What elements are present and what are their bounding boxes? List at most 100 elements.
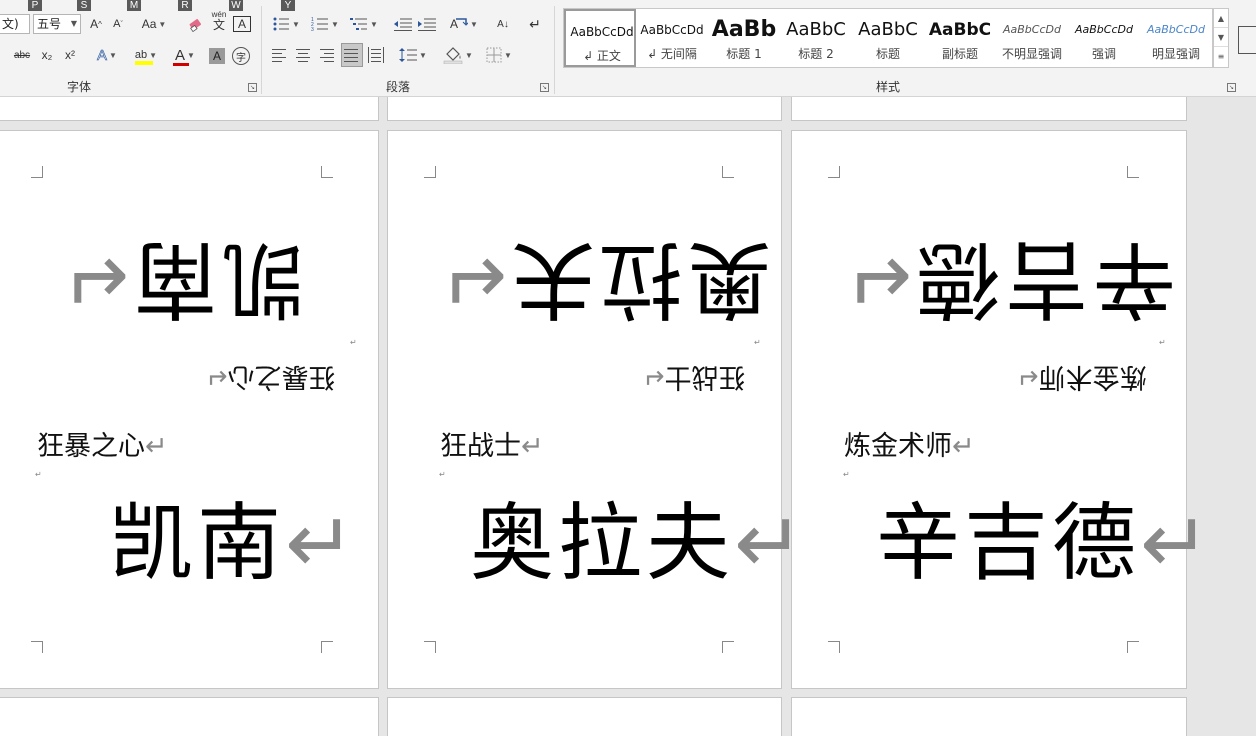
crop-mark [1127, 166, 1139, 178]
font-group-label: 字体 [67, 80, 92, 94]
chevron-down-icon: ▼ [465, 50, 473, 60]
style-subtle-emphasis[interactable]: AaBbCcDd 不明显强调 [996, 9, 1068, 67]
style-name: 副标题 [941, 47, 978, 61]
char-shading-button[interactable]: A [209, 48, 225, 64]
chinese-layout-icon: A [450, 17, 469, 31]
card-name: 奥拉夫↵ [470, 501, 808, 585]
increase-indent-icon [418, 18, 436, 31]
styles-dialog-launcher-icon[interactable]: ↘ [1227, 83, 1236, 92]
style-name: 强调 [1091, 47, 1116, 61]
paragraph-mark-icon: ↵ [1016, 361, 1039, 392]
crop-mark [828, 641, 840, 653]
shrink-font-button[interactable]: Aˇ [108, 13, 128, 35]
style-intense-emphasis[interactable]: AaBbCcDd 明显强调 [1140, 9, 1212, 67]
increase-indent-button[interactable] [416, 13, 438, 35]
change-case-button[interactable]: Aa ▼ [138, 13, 170, 35]
chevron-down-icon: ▼ [331, 19, 339, 29]
shading-button[interactable]: ▼ [440, 44, 476, 66]
font-color-button[interactable]: A ▼ [168, 44, 202, 66]
card-name: 辛吉德↵ [876, 501, 1214, 585]
chevron-down-icon: ▼ [419, 50, 427, 60]
keytip: W [229, 0, 243, 11]
decrease-indent-icon [394, 18, 412, 31]
decrease-indent-button[interactable] [392, 13, 414, 35]
superscript-button[interactable]: x² [60, 44, 80, 66]
paragraph-mark-icon: ↵ [521, 431, 544, 462]
line-spacing-button[interactable]: ▼ [396, 44, 430, 66]
subscript-button[interactable]: x₂ [37, 44, 57, 66]
clear-format-button[interactable] [184, 13, 206, 35]
multilevel-list-button[interactable]: ▼ [348, 13, 380, 35]
card-page-3[interactable]: 辛吉德↵ ↵ 炼金术师↵ 炼金术师↵ ↵ 辛吉德↵ [791, 130, 1210, 689]
justify-button[interactable] [341, 43, 363, 67]
sort-button[interactable]: A↓ [492, 13, 514, 35]
styles-group-label: 样式 [876, 80, 901, 94]
chevron-down-icon: ▼ [470, 19, 478, 29]
chinese-layout-button[interactable]: A ▼ [447, 13, 481, 35]
paragraph-mark-icon: ↵ [642, 361, 665, 392]
card-title: 狂战士↵ [440, 433, 544, 460]
font-size-select[interactable]: 五号 ▼ [33, 14, 81, 34]
paragraph-group-label: 段落 [386, 80, 411, 94]
paragraph-mark-icon: ↵ [433, 230, 508, 328]
chevron-down-icon[interactable]: ▼ [1214, 28, 1228, 47]
paragraph-dialog-launcher-icon[interactable]: ↘ [540, 83, 549, 92]
align-right-button[interactable] [318, 44, 338, 66]
enclose-char-button[interactable]: 字 [232, 47, 250, 65]
style-heading-1[interactable]: AaBb 标题 1 [708, 9, 780, 67]
grow-font-button[interactable]: A ^ [86, 13, 106, 35]
char-border-button[interactable]: A [233, 16, 251, 32]
editing-icon[interactable] [1238, 26, 1256, 54]
more-styles-icon[interactable]: ≡ [1214, 47, 1228, 66]
card-name-flipped-text: 辛吉德 [912, 230, 1177, 328]
font-name-value: 文) [2, 17, 19, 31]
align-center-button[interactable] [294, 44, 314, 66]
style-emphasis[interactable]: AaBbCcDd 强调 [1068, 9, 1140, 67]
numbering-icon: 123 [311, 17, 329, 32]
style-no-spacing[interactable]: AaBbCcDd ↲ 无间隔 [636, 9, 708, 67]
card-title-flipped-text: 狂暴之心 [227, 361, 336, 392]
bullets-button[interactable]: ▼ [270, 13, 302, 35]
card-name-flipped: 辛吉德↵ [838, 230, 1176, 328]
crop-mark [321, 641, 333, 653]
paragraph-mark-icon: ↵ [285, 494, 360, 592]
show-marks-button[interactable]: ↵ [524, 13, 546, 35]
style-preview: AaBbCcDd [1075, 23, 1133, 36]
distributed-icon [368, 47, 384, 63]
style-subtitle[interactable]: AaBbC 副标题 [924, 9, 996, 67]
borders-button[interactable]: ▼ [481, 44, 517, 66]
phonetic-sub-label: 文 [212, 18, 225, 32]
chevron-down-icon: ▼ [149, 50, 158, 60]
font-name-select[interactable]: 文) [0, 14, 30, 34]
card-page-1[interactable]: 凯南↵ ↵ 狂暴之心↵ 狂暴之心↵ ↵ 凯南↵ [0, 130, 379, 689]
tiny-paragraph-mark: ↵ [843, 470, 850, 479]
align-center-icon [296, 48, 312, 62]
document-area[interactable]: 凯南↵ ↵ 狂暴之心↵ 狂暴之心↵ ↵ 凯南↵ 奥拉夫↵ ↵ 狂战士↵ 狂战士↵… [0, 97, 1256, 736]
highlighter-icon: ab [134, 49, 153, 65]
crop-mark [31, 166, 43, 178]
style-heading-2[interactable]: AaBbC 标题 2 [780, 9, 852, 67]
chevron-up-icon[interactable]: ▲ [1214, 9, 1228, 28]
chevron-down-icon: ▼ [158, 19, 167, 29]
text-effects-button[interactable]: A ▼ [90, 44, 124, 66]
style-name: 标题 2 [798, 47, 834, 61]
highlight-button[interactable]: ab ▼ [128, 44, 164, 66]
card-name-flipped-text: 凯南 [129, 230, 306, 328]
styles-gallery-scroll[interactable]: ▲ ▼ ≡ [1213, 8, 1229, 68]
numbering-button[interactable]: 1 2 3 ▼ [309, 13, 341, 35]
card-title-text: 狂战士 [440, 431, 521, 462]
phonetic-guide-button[interactable]: wén 文 [208, 10, 230, 32]
page-partial-top [387, 97, 782, 121]
style-normal[interactable]: AaBbCcDd ↲ 正文 [564, 9, 636, 67]
card-page-2[interactable]: 奥拉夫↵ ↵ 狂战士↵ 狂战士↵ ↵ 奥拉夫↵ [387, 130, 804, 689]
card-title-flipped-text: 炼金术师 [1038, 361, 1147, 392]
crop-mark [722, 166, 734, 178]
group-separator [554, 6, 555, 94]
eraser-icon [189, 19, 201, 32]
font-dialog-launcher-icon[interactable]: ↘ [248, 83, 257, 92]
tiny-paragraph-mark: ↵ [35, 470, 42, 479]
style-title[interactable]: AaBbC 标题 [852, 9, 924, 67]
align-left-button[interactable] [270, 44, 290, 66]
distributed-button[interactable] [366, 44, 386, 66]
strikethrough-button[interactable]: abc [10, 44, 34, 66]
